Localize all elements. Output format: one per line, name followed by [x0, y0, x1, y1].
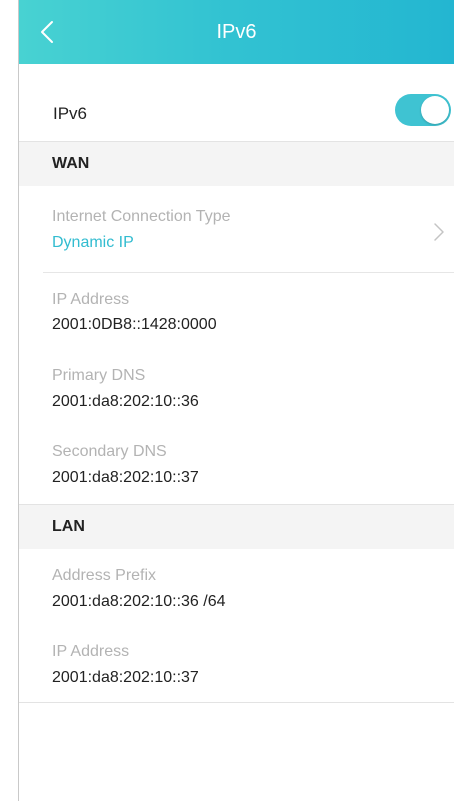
- wan-section-title: WAN: [52, 155, 90, 172]
- secondary-dns-label: Secondary DNS: [52, 443, 167, 460]
- toggle-knob: [421, 96, 449, 124]
- wan-ip-address-value: 2001:0DB8::1428:0000: [52, 316, 217, 333]
- primary-dns-label: Primary DNS: [52, 367, 146, 384]
- section-bottom-border: [19, 702, 454, 703]
- address-prefix-row: Address Prefix 2001:da8:202:10::36 /64: [19, 549, 454, 625]
- address-prefix-label: Address Prefix: [52, 567, 157, 584]
- lan-ip-address-value: 2001:da8:202:10::37: [52, 669, 199, 686]
- ipv6-toggle-row: IPv6: [19, 64, 454, 142]
- lan-section-title: LAN: [52, 518, 85, 535]
- connection-type-row[interactable]: Internet Connection Type Dynamic IP: [19, 186, 454, 272]
- lan-section-header: LAN: [19, 504, 454, 550]
- address-prefix-value: 2001:da8:202:10::36 /64: [52, 593, 226, 610]
- ipv6-toggle-switch[interactable]: [395, 94, 451, 126]
- page-title: IPv6: [216, 21, 257, 43]
- app-container: IPv6 IPv6 WAN Internet Connection Type D…: [19, 0, 454, 801]
- wan-ip-address-label: IP Address: [52, 291, 130, 308]
- connection-type-label: Internet Connection Type: [52, 208, 231, 225]
- screen: IPv6 IPv6 WAN Internet Connection Type D…: [0, 0, 454, 801]
- secondary-dns-value: 2001:da8:202:10::37: [52, 469, 199, 486]
- wan-section-header: WAN: [19, 141, 454, 187]
- app-header: IPv6: [19, 0, 454, 64]
- secondary-dns-row: Secondary DNS 2001:da8:202:10::37: [19, 423, 454, 503]
- lan-ip-address-row: IP Address 2001:da8:202:10::37: [19, 625, 454, 702]
- left-frame-border: [18, 0, 19, 801]
- chevron-right-icon: [432, 222, 446, 242]
- primary-dns-value: 2001:da8:202:10::36: [52, 393, 199, 410]
- primary-dns-row: Primary DNS 2001:da8:202:10::36: [19, 347, 454, 423]
- wan-ip-address-row: IP Address 2001:0DB8::1428:0000: [19, 273, 454, 347]
- ipv6-toggle-label: IPv6: [53, 104, 88, 123]
- connection-type-value: Dynamic IP: [52, 234, 134, 251]
- lan-ip-address-label: IP Address: [52, 643, 130, 660]
